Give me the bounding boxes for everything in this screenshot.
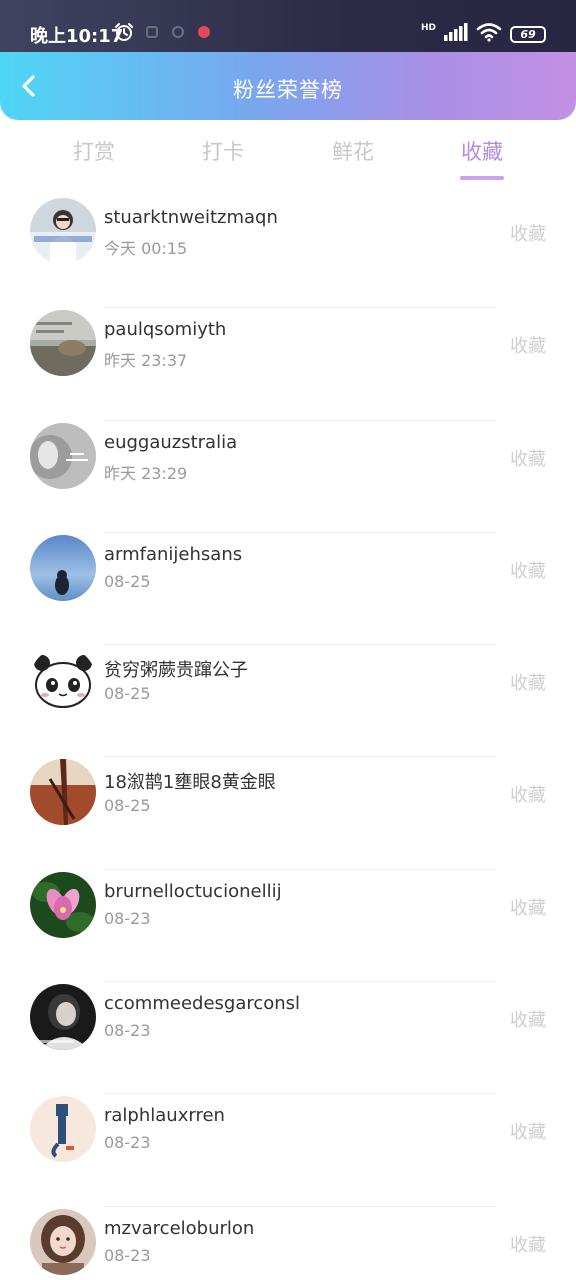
timestamp: 08-23	[104, 1021, 151, 1041]
avatar[interactable]	[30, 647, 96, 714]
username: euggauzstralia	[104, 431, 238, 453]
page-title: 粉丝荣誉榜	[233, 78, 343, 102]
list-item[interactable]: paulqsomiyth 昨天 23:37 收藏	[0, 308, 576, 421]
favorite-label: 收藏	[510, 224, 546, 245]
list-item[interactable]: armfanijehsans 08-25 收藏	[0, 533, 576, 646]
tab-active-indicator	[460, 176, 504, 180]
favorite-label: 收藏	[510, 785, 546, 807]
battery-icon: 69	[510, 25, 546, 43]
avatar[interactable]	[30, 198, 96, 264]
timestamp: 08-25	[104, 796, 151, 816]
username: brurnelloctucionellij	[104, 880, 282, 902]
timestamp: 昨天 23:29	[104, 463, 188, 483]
timestamp: 今天 00:15	[104, 239, 188, 258]
wifi-icon	[476, 22, 502, 46]
list-item[interactable]: euggauzstralia 昨天 23:29 收藏	[0, 421, 576, 534]
header: 粉丝荣誉榜	[0, 52, 576, 120]
signal-icon	[444, 23, 468, 45]
avatar[interactable]	[30, 1096, 96, 1163]
timestamp: 昨天 23:37	[104, 351, 188, 371]
notification-icon	[198, 26, 210, 38]
timestamp: 08-23	[104, 908, 151, 928]
top-band: 晚上10:17 HD 69 粉丝荣誉榜	[0, 0, 576, 120]
list-item[interactable]: 贫穷粥蕨贵蹿公子 08-25 收藏	[0, 645, 576, 758]
notification-icons	[146, 26, 210, 38]
status-time: 晚上10:17	[30, 26, 124, 47]
timestamp: 08-25	[104, 684, 151, 704]
favorite-label: 收藏	[510, 336, 546, 358]
avatar[interactable]	[30, 1208, 96, 1275]
avatar[interactable]	[30, 534, 96, 601]
status-right: HD 69	[421, 22, 546, 46]
tab-checkin[interactable]: 打卡	[183, 136, 263, 166]
username: paulqsomiyth	[104, 319, 227, 341]
tab-reward[interactable]: 打赏	[54, 136, 134, 166]
list-item[interactable]: ccommeedesgarconsl 08-23 收藏	[0, 982, 576, 1095]
list-item[interactable]: stuarktnweitzmaqn 今天 00:15 收藏	[0, 196, 576, 309]
fan-list: stuarktnweitzmaqn 今天 00:15 收藏 paulqsomiy…	[0, 196, 576, 1280]
username: armfanijehsans	[104, 543, 243, 565]
notification-icon	[146, 26, 158, 38]
favorite-label: 收藏	[510, 1234, 546, 1256]
favorite-label: 收藏	[510, 673, 546, 695]
list-item[interactable]: mzvarceloburlon 08-23 收藏	[0, 1207, 576, 1280]
status-bar: 晚上10:17 HD 69	[0, 0, 576, 52]
list-item[interactable]: 18溆鹊1壅眼8黄金眼 08-25 收藏	[0, 757, 576, 871]
tab-flowers[interactable]: 鲜花	[313, 136, 393, 166]
avatar[interactable]	[30, 759, 96, 826]
timestamp: 08-23	[104, 1245, 151, 1265]
username: mzvarceloburlon	[104, 1217, 255, 1239]
username: 贫穷粥蕨贵蹿公子	[104, 660, 248, 682]
hd-label: HD	[420, 23, 436, 33]
tab-bar: 打赏 打卡 鲜花 收藏	[0, 120, 576, 182]
favorite-label: 收藏	[510, 1010, 546, 1032]
avatar[interactable]	[30, 310, 96, 377]
list-item[interactable]: ralphlauxrren 08-23 收藏	[0, 1094, 576, 1207]
notification-icon	[172, 26, 184, 38]
avatar[interactable]	[30, 871, 96, 938]
favorite-label: 收藏	[510, 1122, 546, 1144]
avatar[interactable]	[30, 984, 96, 1051]
timestamp: 08-23	[104, 1133, 151, 1153]
username: ccommeedesgarconsl	[104, 993, 301, 1015]
favorite-label: 收藏	[510, 897, 546, 919]
list-item[interactable]: brurnelloctucionellij 08-23 收藏	[0, 870, 576, 983]
timestamp: 08-25	[104, 571, 151, 591]
username: ralphlauxrren	[104, 1105, 225, 1127]
username: 18溆鹊1壅眼8黄金眼	[104, 772, 276, 794]
alarm-clock-icon	[114, 22, 134, 42]
username: stuarktnweitzmaqn	[104, 207, 278, 228]
avatar[interactable]	[30, 422, 96, 489]
tab-favorites[interactable]: 收藏	[442, 136, 522, 166]
favorite-label: 收藏	[510, 560, 546, 582]
favorite-label: 收藏	[510, 448, 546, 470]
